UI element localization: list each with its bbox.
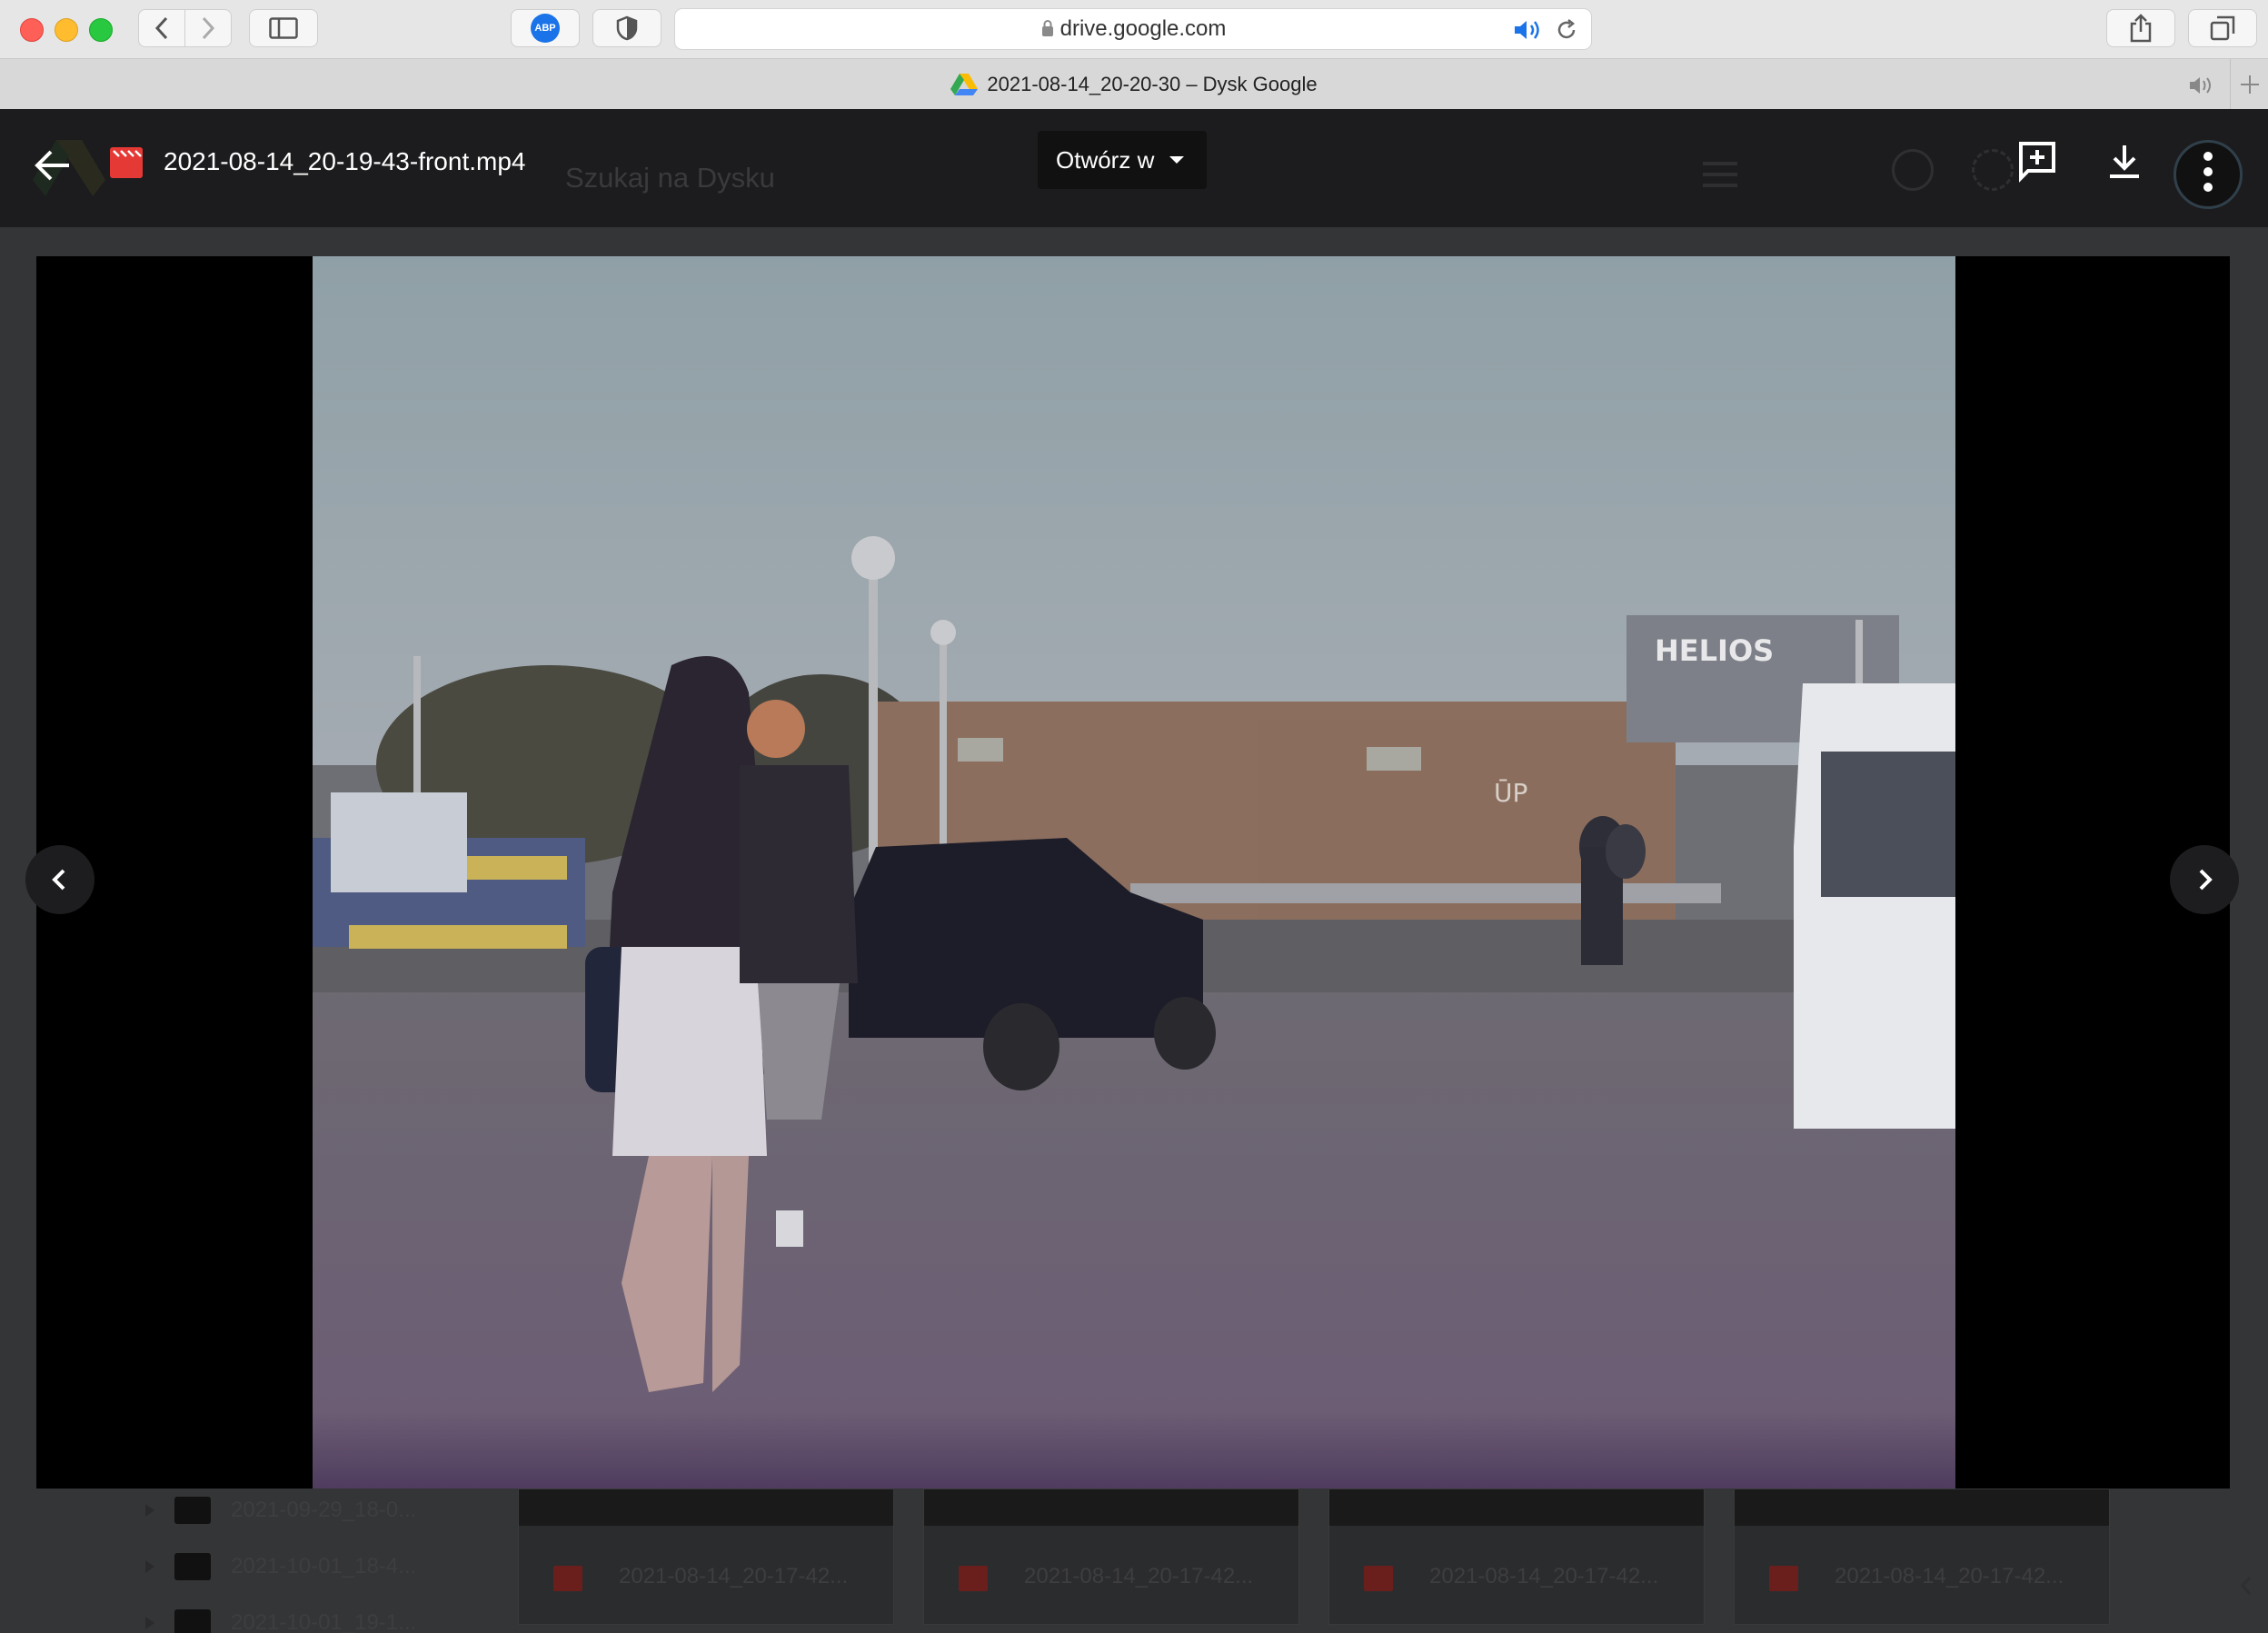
google-drive-favicon — [950, 74, 979, 95]
tabs-icon — [2210, 15, 2235, 41]
file-card[interactable]: 2021-08-14_20-17-42... — [1734, 1489, 2110, 1625]
folder-icon — [174, 1497, 211, 1524]
file-thumbnail — [1329, 1489, 1704, 1526]
folder-tree-item[interactable]: 2021-10-01_19-1... — [145, 1605, 416, 1633]
address-bar[interactable]: drive.google.com — [674, 8, 1592, 50]
expand-triangle-icon — [145, 1617, 154, 1629]
tab-title-text: 2021-08-14_20-20-30 – Dysk Google — [987, 73, 1318, 95]
share-icon — [2130, 14, 2152, 43]
folder-tree-item[interactable]: 2021-09-29_18-0... — [145, 1492, 416, 1528]
forward-button[interactable] — [184, 9, 232, 47]
expand-triangle-icon — [145, 1560, 154, 1573]
helios-sign: HELIOS — [1655, 633, 1774, 668]
chevron-left-icon — [52, 869, 65, 891]
shield-icon — [616, 15, 638, 41]
search-placeholder-dimmed: Szukaj na Dysku — [565, 162, 775, 194]
search-options-icon — [1703, 162, 1737, 187]
video-file-icon — [553, 1566, 582, 1591]
video-file-icon — [1364, 1566, 1393, 1591]
privacy-extension-button[interactable] — [592, 9, 662, 47]
expand-triangle-icon — [145, 1504, 154, 1517]
download-icon[interactable] — [2103, 140, 2146, 184]
adblock-icon: ABP — [531, 14, 560, 43]
building-letters: ŪP — [1494, 777, 1527, 808]
sidebar-toggle-button[interactable] — [249, 9, 318, 47]
tab-overview-button[interactable] — [2188, 9, 2257, 47]
chevron-right-icon — [2199, 869, 2213, 891]
video-file-icon — [110, 147, 143, 178]
close-window-button[interactable] — [20, 18, 44, 42]
back-arrow-icon[interactable] — [33, 145, 73, 185]
open-with-button[interactable]: Otwórz w — [1038, 131, 1207, 189]
video-frame-content[interactable]: HELIOS ŪP — [313, 256, 1955, 1489]
chevron-left-icon — [154, 16, 168, 40]
tab-bar: 2021-08-14_20-20-30 – Dysk Google — [0, 58, 2268, 110]
tab-speaker-icon[interactable] — [2188, 75, 2217, 95]
folder-icon — [174, 1609, 211, 1633]
lock-icon — [1041, 20, 1053, 36]
folder-tree-item[interactable]: 2021-10-01_18-4... — [145, 1548, 416, 1585]
new-tab-button[interactable] — [2230, 59, 2268, 110]
chevron-right-icon — [202, 16, 215, 40]
settings-icon — [1972, 149, 2014, 191]
add-comment-icon[interactable] — [2015, 140, 2059, 184]
collapse-side-panel-icon[interactable] — [2235, 1572, 2257, 1599]
video-scene: HELIOS ŪP — [313, 256, 1955, 1489]
speaker-icon[interactable] — [1513, 18, 1544, 42]
video-file-icon — [959, 1566, 988, 1591]
folder-icon — [174, 1553, 211, 1580]
file-thumbnail — [924, 1489, 1298, 1526]
share-button[interactable] — [2106, 9, 2175, 47]
file-card[interactable]: 2021-08-14_20-17-42... — [1328, 1489, 1705, 1625]
zoom-window-button[interactable] — [89, 18, 113, 42]
plus-icon — [2241, 75, 2259, 94]
back-button[interactable] — [138, 9, 185, 47]
drive-file-viewer: Szukaj na Dysku 2021-08-14_20-19-43-fron… — [0, 109, 2268, 1633]
caret-down-icon — [1169, 156, 1185, 164]
browser-toolbar: ABP drive.google.com — [0, 0, 2268, 58]
file-card[interactable]: 2021-08-14_20-17-42... — [923, 1489, 1299, 1625]
open-with-label: Otwórz w — [1056, 145, 1155, 174]
file-thumbnail — [519, 1489, 893, 1526]
file-name: 2021-08-14_20-19-43-front.mp4 — [164, 147, 526, 175]
reload-icon[interactable] — [1555, 18, 1578, 42]
file-thumbnail — [1735, 1489, 2109, 1526]
video-file-icon — [1769, 1566, 1798, 1591]
adblock-extension-button[interactable]: ABP — [511, 9, 580, 47]
active-tab[interactable]: 2021-08-14_20-20-30 – Dysk Google — [0, 59, 2268, 110]
file-card[interactable]: 2021-08-14_20-17-42... — [518, 1489, 894, 1625]
sidebar-icon — [269, 17, 298, 39]
minimize-window-button[interactable] — [55, 18, 78, 42]
help-icon — [1892, 149, 1934, 191]
more-vert-icon[interactable] — [2199, 149, 2217, 194]
url-text: drive.google.com — [1059, 16, 1227, 41]
